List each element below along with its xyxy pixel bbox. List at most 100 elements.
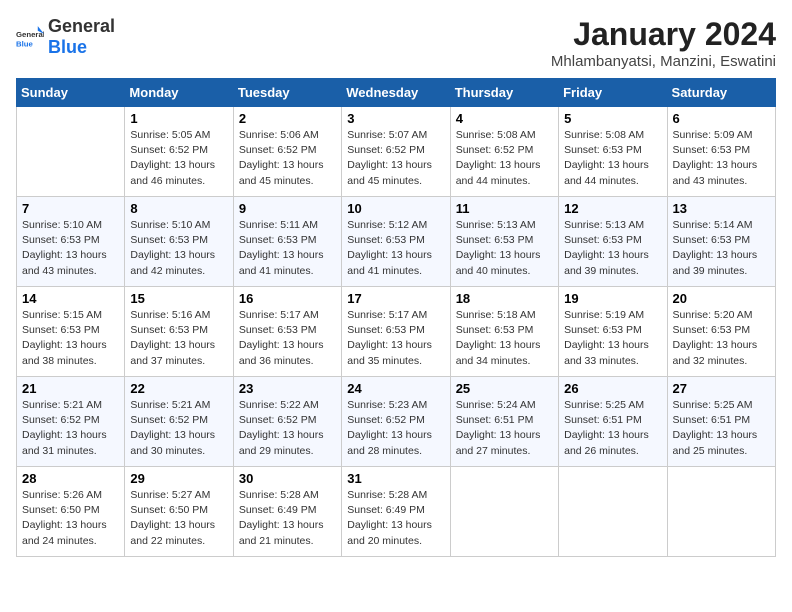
logo-general: General	[48, 16, 115, 36]
logo-icon: General Blue	[16, 23, 44, 51]
calendar-cell: 29 Sunrise: 5:27 AMSunset: 6:50 PMDayligh…	[125, 467, 233, 557]
calendar-cell: 30Sunrise: 5:28 AMSunset: 6:49 PMDayligh…	[233, 467, 341, 557]
day-number: 6	[673, 111, 770, 126]
day-number: 16	[239, 291, 336, 306]
day-number: 26	[564, 381, 661, 396]
day-number: 18	[456, 291, 553, 306]
calendar-cell: 13Sunrise: 5:14 AMSunset: 6:53 PMDayligh…	[667, 197, 775, 287]
day-info: Sunrise: 5:15 AMSunset: 6:53 PMDaylight:…	[22, 308, 119, 369]
calendar-cell: 28 Sunrise: 5:26 AMSunset: 6:50 PMDayligh…	[17, 467, 125, 557]
day-info: Sunrise: 5:28 AMSunset: 6:49 PMDaylight:…	[347, 488, 444, 549]
calendar-cell	[667, 467, 775, 557]
logo-text: General Blue	[48, 16, 115, 58]
svg-text:Blue: Blue	[16, 39, 34, 48]
day-number: 31	[347, 471, 444, 486]
calendar-title: January 2024	[551, 16, 776, 53]
logo: General Blue General Blue	[16, 16, 115, 58]
calendar-cell: 5 Sunrise: 5:08 AMSunset: 6:53 PMDaylight…	[559, 107, 667, 197]
week-row-5: 28 Sunrise: 5:26 AMSunset: 6:50 PMDayligh…	[17, 467, 776, 557]
day-info: Sunrise: 5:06 AMSunset: 6:52 PMDaylight:…	[239, 128, 336, 189]
calendar-cell: 21Sunrise: 5:21 AMSunset: 6:52 PMDayligh…	[17, 377, 125, 467]
day-info: Sunrise: 5:26 AMSunset: 6:50 PMDaylight:…	[22, 488, 119, 549]
day-info: Sunrise: 5:21 AMSunset: 6:52 PMDaylight:…	[130, 398, 227, 459]
day-number: 29	[130, 471, 227, 486]
calendar-cell: 11 Sunrise: 5:13 AMSunset: 6:53 PMDayligh…	[450, 197, 558, 287]
weekday-header-thursday: Thursday	[450, 79, 558, 107]
day-number: 13	[673, 201, 770, 216]
day-info: Sunrise: 5:10 AMSunset: 6:53 PMDaylight:…	[22, 218, 119, 279]
day-info: Sunrise: 5:19 AMSunset: 6:53 PMDaylight:…	[564, 308, 661, 369]
weekday-header-monday: Monday	[125, 79, 233, 107]
day-number: 22	[130, 381, 227, 396]
day-info: Sunrise: 5:27 AMSunset: 6:50 PMDaylight:…	[130, 488, 227, 549]
week-row-1: 1Sunrise: 5:05 AMSunset: 6:52 PMDaylight…	[17, 107, 776, 197]
calendar-cell: 24Sunrise: 5:23 AMSunset: 6:52 PMDayligh…	[342, 377, 450, 467]
day-info: Sunrise: 5:09 AMSunset: 6:53 PMDaylight:…	[673, 128, 770, 189]
day-info: Sunrise: 5:28 AMSunset: 6:49 PMDaylight:…	[239, 488, 336, 549]
calendar-cell: 4 Sunrise: 5:08 AMSunset: 6:52 PMDaylight…	[450, 107, 558, 197]
logo-blue: Blue	[48, 37, 87, 57]
day-info: Sunrise: 5:07 AMSunset: 6:52 PMDaylight:…	[347, 128, 444, 189]
day-number: 28	[22, 471, 119, 486]
day-info: Sunrise: 5:05 AMSunset: 6:52 PMDaylight:…	[130, 128, 227, 189]
day-number: 4	[456, 111, 553, 126]
calendar-cell: 9 Sunrise: 5:11 AMSunset: 6:53 PMDaylight…	[233, 197, 341, 287]
day-info: Sunrise: 5:17 AMSunset: 6:53 PMDaylight:…	[347, 308, 444, 369]
calendar-cell: 17 Sunrise: 5:17 AMSunset: 6:53 PMDayligh…	[342, 287, 450, 377]
calendar-cell: 19Sunrise: 5:19 AMSunset: 6:53 PMDayligh…	[559, 287, 667, 377]
day-number: 5	[564, 111, 661, 126]
calendar-cell: 25Sunrise: 5:24 AMSunset: 6:51 PMDayligh…	[450, 377, 558, 467]
calendar-cell: 26 Sunrise: 5:25 AMSunset: 6:51 PMDayligh…	[559, 377, 667, 467]
day-info: Sunrise: 5:08 AMSunset: 6:52 PMDaylight:…	[456, 128, 553, 189]
calendar-cell: 23 Sunrise: 5:22 AMSunset: 6:52 PMDayligh…	[233, 377, 341, 467]
weekday-header-wednesday: Wednesday	[342, 79, 450, 107]
title-area: January 2024 Mhlambanyatsi, Manzini, Esw…	[551, 16, 776, 70]
calendar-cell: 2 Sunrise: 5:06 AMSunset: 6:52 PMDaylight…	[233, 107, 341, 197]
day-info: Sunrise: 5:08 AMSunset: 6:53 PMDaylight:…	[564, 128, 661, 189]
day-number: 11	[456, 201, 553, 216]
calendar-cell	[559, 467, 667, 557]
calendar-cell: 18 Sunrise: 5:18 AMSunset: 6:53 PMDayligh…	[450, 287, 558, 377]
day-info: Sunrise: 5:13 AMSunset: 6:53 PMDaylight:…	[456, 218, 553, 279]
calendar-cell	[17, 107, 125, 197]
calendar-subtitle: Mhlambanyatsi, Manzini, Eswatini	[551, 53, 776, 70]
day-info: Sunrise: 5:20 AMSunset: 6:53 PMDaylight:…	[673, 308, 770, 369]
day-number: 7	[22, 201, 119, 216]
week-row-3: 14Sunrise: 5:15 AMSunset: 6:53 PMDayligh…	[17, 287, 776, 377]
day-info: Sunrise: 5:21 AMSunset: 6:52 PMDaylight:…	[22, 398, 119, 459]
day-number: 9	[239, 201, 336, 216]
day-number: 3	[347, 111, 444, 126]
calendar-cell: 3 Sunrise: 5:07 AMSunset: 6:52 PMDaylight…	[342, 107, 450, 197]
calendar-cell: 6 Sunrise: 5:09 AMSunset: 6:53 PMDaylight…	[667, 107, 775, 197]
day-number: 15	[130, 291, 227, 306]
calendar-cell: 15 Sunrise: 5:16 AMSunset: 6:53 PMDayligh…	[125, 287, 233, 377]
day-number: 8	[130, 201, 227, 216]
day-info: Sunrise: 5:18 AMSunset: 6:53 PMDaylight:…	[456, 308, 553, 369]
day-info: Sunrise: 5:24 AMSunset: 6:51 PMDaylight:…	[456, 398, 553, 459]
day-info: Sunrise: 5:16 AMSunset: 6:53 PMDaylight:…	[130, 308, 227, 369]
day-number: 17	[347, 291, 444, 306]
day-info: Sunrise: 5:13 AMSunset: 6:53 PMDaylight:…	[564, 218, 661, 279]
week-row-2: 7 Sunrise: 5:10 AMSunset: 6:53 PMDaylight…	[17, 197, 776, 287]
calendar-cell: 14Sunrise: 5:15 AMSunset: 6:53 PMDayligh…	[17, 287, 125, 377]
day-info: Sunrise: 5:12 AMSunset: 6:53 PMDaylight:…	[347, 218, 444, 279]
day-number: 2	[239, 111, 336, 126]
day-number: 23	[239, 381, 336, 396]
weekday-header-friday: Friday	[559, 79, 667, 107]
calendar-cell: 16 Sunrise: 5:17 AMSunset: 6:53 PMDayligh…	[233, 287, 341, 377]
day-number: 20	[673, 291, 770, 306]
calendar-cell: 31 Sunrise: 5:28 AMSunset: 6:49 PMDayligh…	[342, 467, 450, 557]
calendar-cell: 27Sunrise: 5:25 AMSunset: 6:51 PMDayligh…	[667, 377, 775, 467]
calendar-table: SundayMondayTuesdayWednesdayThursdayFrid…	[16, 78, 776, 557]
day-info: Sunrise: 5:23 AMSunset: 6:52 PMDaylight:…	[347, 398, 444, 459]
day-info: Sunrise: 5:11 AMSunset: 6:53 PMDaylight:…	[239, 218, 336, 279]
day-info: Sunrise: 5:22 AMSunset: 6:52 PMDaylight:…	[239, 398, 336, 459]
weekday-header-tuesday: Tuesday	[233, 79, 341, 107]
weekday-header-sunday: Sunday	[17, 79, 125, 107]
day-info: Sunrise: 5:25 AMSunset: 6:51 PMDaylight:…	[564, 398, 661, 459]
day-info: Sunrise: 5:17 AMSunset: 6:53 PMDaylight:…	[239, 308, 336, 369]
calendar-cell: 12Sunrise: 5:13 AMSunset: 6:53 PMDayligh…	[559, 197, 667, 287]
calendar-cell: 20 Sunrise: 5:20 AMSunset: 6:53 PMDayligh…	[667, 287, 775, 377]
day-number: 10	[347, 201, 444, 216]
calendar-cell: 7 Sunrise: 5:10 AMSunset: 6:53 PMDaylight…	[17, 197, 125, 287]
